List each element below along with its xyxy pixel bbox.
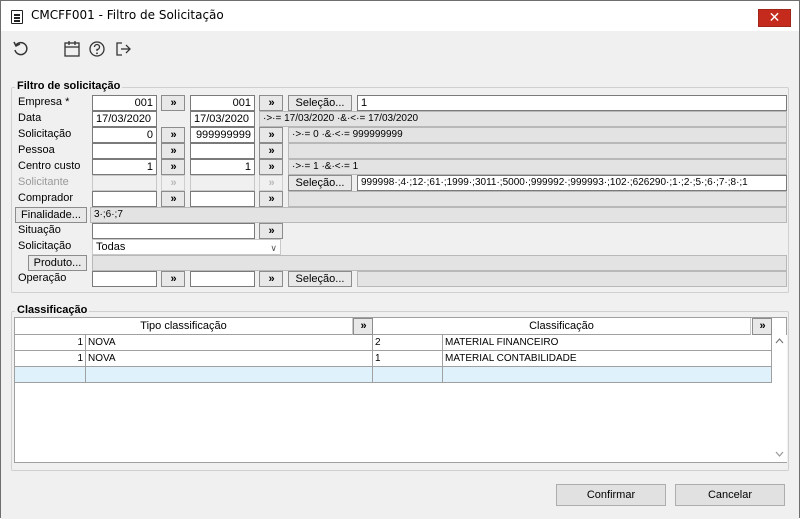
comprador-to-input[interactable]	[190, 191, 255, 207]
new-row-cell-tipo-name[interactable]	[86, 367, 373, 383]
comprador-to-range-button[interactable]: »	[259, 191, 283, 207]
refresh-icon[interactable]	[12, 40, 30, 58]
new-row-cell-class-name[interactable]	[443, 367, 772, 383]
title-bar: CMCFF001 - Filtro de Solicitação ✕	[1, 1, 799, 31]
empresa-selection-button[interactable]: Seleção...	[288, 95, 352, 111]
solicitacao-to-input[interactable]: 999999999	[190, 127, 255, 143]
table-cell-tipo-name[interactable]: NOVA	[86, 351, 373, 367]
table-cell-class-name[interactable]: MATERIAL CONTABILIDADE	[443, 351, 772, 367]
pessoa-label: Pessoa	[18, 144, 55, 156]
table-cell-tipo-code[interactable]: 1	[15, 351, 86, 367]
centro-custo-to-input[interactable]: 1	[190, 159, 255, 175]
comprador-range-button[interactable]: »	[161, 191, 185, 207]
solicitante-selection-button[interactable]: Seleção...	[288, 175, 352, 191]
toolbar	[1, 31, 799, 67]
finalidade-value: 3·;6·;7	[90, 207, 787, 223]
document-icon	[11, 10, 23, 24]
solicitacao-tipo-select[interactable]: Todas ∨	[92, 239, 281, 255]
window-title: CMCFF001 - Filtro de Solicitação	[31, 8, 224, 22]
new-row-cell-class-code[interactable]	[373, 367, 443, 383]
solicitante-to-input	[190, 175, 255, 191]
empresa-label: Empresa *	[18, 96, 70, 108]
operacao-to-range-button[interactable]: »	[259, 271, 283, 287]
centro-custo-summary: ·>·= 1 ·&·<·= 1	[288, 159, 787, 175]
operacao-range-button[interactable]: »	[161, 271, 185, 287]
comprador-summary	[288, 191, 787, 207]
exit-icon[interactable]	[114, 40, 132, 58]
solicitante-to-range-button: »	[259, 175, 283, 191]
solicitacao-summary: ·>·= 0 ·&·<·= 999999999	[288, 127, 787, 143]
classificacao-group-title: Classificação	[15, 304, 90, 316]
filter-group-title: Filtro de solicitação	[15, 80, 123, 92]
empresa-range-button[interactable]: »	[161, 95, 185, 111]
scroll-up-icon[interactable]	[775, 338, 784, 344]
situacao-input[interactable]	[92, 223, 255, 239]
produto-value	[92, 255, 787, 271]
solicitacao-tipo-label: Solicitação	[18, 240, 72, 252]
pessoa-to-input[interactable]	[190, 143, 255, 159]
solicitacao-to-range-button[interactable]: »	[259, 127, 283, 143]
empresa-selection-value: 1	[357, 95, 787, 111]
solicitacao-label: Solicitação	[18, 128, 72, 140]
main-area: Filtro de solicitação Empresa * 001 » 00…	[1, 67, 799, 519]
empresa-from-input[interactable]: 001	[92, 95, 157, 111]
solicitante-range-button: »	[161, 175, 185, 191]
calendar-icon[interactable]	[63, 40, 81, 58]
close-button[interactable]: ✕	[758, 9, 791, 27]
table-cell-tipo-code[interactable]: 1	[15, 335, 86, 351]
centro-custo-label: Centro custo	[18, 160, 81, 172]
confirm-button[interactable]: Confirmar	[556, 484, 666, 506]
tipo-lookup-button[interactable]: »	[353, 318, 373, 335]
pessoa-range-button[interactable]: »	[161, 143, 185, 159]
solicitacao-tipo-value: Todas	[96, 241, 126, 253]
vertical-scrollbar[interactable]	[772, 335, 787, 462]
centro-custo-from-input[interactable]: 1	[92, 159, 157, 175]
data-summary: ·>·= 17/03/2020 ·&·<·= 17/03/2020	[259, 111, 787, 127]
data-from-input[interactable]: 17/03/2020	[92, 111, 157, 127]
table-cell-class-code[interactable]: 2	[373, 335, 443, 351]
scroll-down-icon[interactable]	[775, 451, 784, 457]
solicitante-from-input	[92, 175, 157, 191]
situacao-label: Situação	[18, 224, 61, 236]
table-cell-tipo-name[interactable]: NOVA	[86, 335, 373, 351]
pessoa-from-input[interactable]	[92, 143, 157, 159]
finalidade-button[interactable]: Finalidade...	[15, 207, 87, 223]
comprador-from-input[interactable]	[92, 191, 157, 207]
solicitante-selection-value: 999998·;4·;12·;61·;1999·;3011·;5000·;999…	[357, 175, 787, 191]
operacao-to-input[interactable]	[190, 271, 255, 287]
operacao-selection-button[interactable]: Seleção...	[288, 271, 352, 287]
data-label: Data	[18, 112, 42, 124]
classificacao-grid: Tipo classificação » Classificação » 1 N…	[14, 317, 787, 463]
centro-custo-to-range-button[interactable]: »	[259, 159, 283, 175]
solicitante-label: Solicitante	[18, 176, 69, 188]
table-cell-class-code[interactable]: 1	[373, 351, 443, 367]
centro-custo-range-button[interactable]: »	[161, 159, 185, 175]
empresa-to-range-button[interactable]: »	[259, 95, 283, 111]
cancel-button[interactable]: Cancelar	[675, 484, 785, 506]
help-icon[interactable]	[88, 40, 106, 58]
comprador-label: Comprador	[18, 192, 74, 204]
table-cell-class-name[interactable]: MATERIAL FINANCEIRO	[443, 335, 772, 351]
classificacao-lookup-button[interactable]: »	[752, 318, 772, 335]
filter-window: CMCFF001 - Filtro de Solicitação ✕ Filtr	[0, 0, 800, 519]
operacao-selection-value	[357, 271, 787, 287]
pessoa-summary	[288, 143, 787, 159]
operacao-from-input[interactable]	[92, 271, 157, 287]
column-header-tipo[interactable]: Tipo classificação	[15, 318, 353, 335]
new-row-cell-tipo-code[interactable]	[15, 367, 86, 383]
data-to-input[interactable]: 17/03/2020	[190, 111, 255, 127]
solicitacao-range-button[interactable]: »	[161, 127, 185, 143]
produto-button[interactable]: Produto...	[28, 255, 87, 271]
column-header-classificacao[interactable]: Classificação	[373, 318, 751, 335]
solicitacao-from-input[interactable]: 0	[92, 127, 157, 143]
situacao-range-button[interactable]: »	[259, 223, 283, 239]
chevron-down-icon: ∨	[270, 243, 277, 253]
pessoa-to-range-button[interactable]: »	[259, 143, 283, 159]
operacao-label: Operação	[18, 272, 67, 284]
empresa-to-input[interactable]: 001	[190, 95, 255, 111]
